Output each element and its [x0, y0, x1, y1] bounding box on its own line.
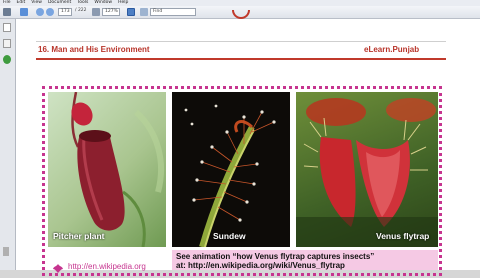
menu-document[interactable]: Document [48, 0, 71, 5]
find-input[interactable]: Find [150, 8, 196, 16]
header-rule-top [36, 41, 446, 42]
page-number-input[interactable]: 173 [58, 8, 72, 16]
open-icon[interactable] [3, 8, 11, 16]
page-total: / 222 [75, 8, 87, 13]
menu-edit[interactable]: Edit [17, 0, 26, 5]
pages-icon[interactable] [3, 23, 11, 32]
attachments-icon[interactable] [3, 39, 11, 48]
next-page-icon[interactable] [46, 8, 54, 16]
signatures-icon[interactable] [3, 55, 11, 64]
fit-width-icon[interactable] [140, 8, 148, 16]
note-line-1: See animation “how Venus flytrap capture… [176, 252, 375, 261]
zoom-out-icon[interactable] [92, 8, 100, 16]
print-icon[interactable] [20, 8, 28, 16]
menu-help[interactable]: Help [118, 0, 128, 5]
venus-flytrap-caption: Venus flytrap [376, 231, 430, 241]
zoom-level[interactable]: 127% [102, 8, 120, 16]
clip-icon[interactable] [3, 247, 9, 256]
header-rule [36, 58, 446, 60]
menu-view[interactable]: View [31, 0, 42, 5]
menu-file[interactable]: File [3, 0, 11, 5]
venus-flytrap-photo [296, 92, 438, 247]
sundew-caption: Sundew [213, 231, 246, 241]
chapter-title: 16. Man and His Environment [38, 45, 150, 54]
menu-window[interactable]: Window [94, 0, 112, 5]
animation-note: See animation “how Venus flytrap capture… [172, 250, 438, 270]
publisher-label: eLearn.Punjab [364, 45, 420, 54]
note-line-2[interactable]: at: http://en.wikipedia.org/wiki/Venus_f… [172, 261, 438, 270]
pitcher-plant-photo [48, 92, 166, 247]
menu-tools[interactable]: Tools [77, 0, 88, 5]
navigation-sidebar [0, 19, 16, 270]
web-link-icon [52, 259, 64, 273]
sundew-photo [172, 92, 290, 247]
pitcher-plant-caption: Pitcher plant [53, 231, 105, 241]
previous-page-icon[interactable] [36, 8, 44, 16]
fit-page-icon[interactable] [127, 8, 135, 16]
